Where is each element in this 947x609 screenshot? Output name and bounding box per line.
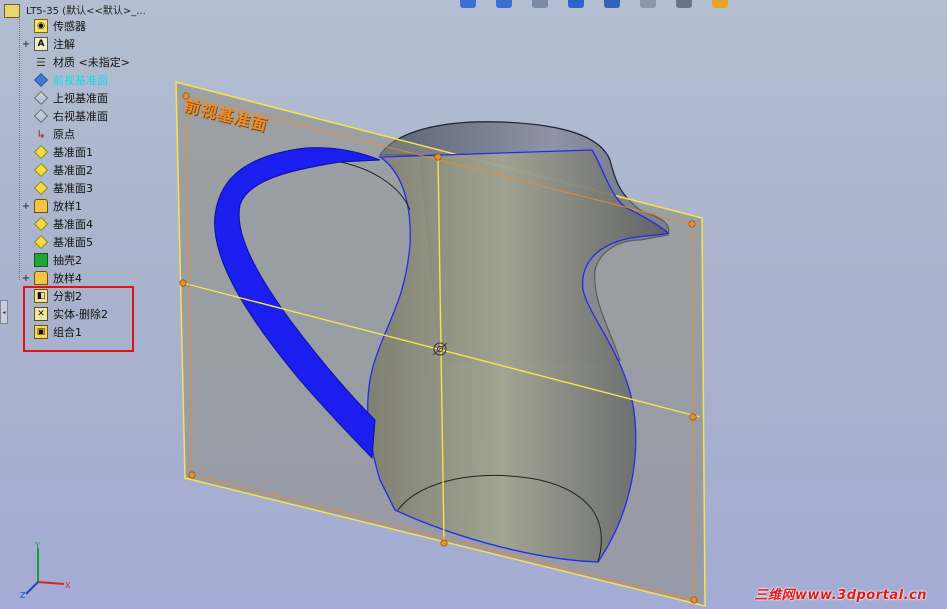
tree-item-annotations[interactable]: + A 注解	[20, 35, 76, 53]
plane-icon	[34, 145, 48, 159]
appearance-icon[interactable]	[676, 0, 692, 8]
tree-item-label: 放样1	[53, 200, 82, 213]
origin-icon: ↳	[36, 127, 46, 141]
loft-icon	[34, 271, 48, 285]
tree-item-loft4[interactable]: + 放样4	[20, 269, 83, 287]
expand-toggle[interactable]: +	[20, 273, 32, 284]
axis-y-label: Y	[34, 541, 40, 550]
plane-icon	[34, 235, 48, 249]
right-plane-icon	[34, 109, 48, 123]
axis-triad: Y X Z	[20, 541, 71, 600]
tree-item-label: 前视基准面	[53, 74, 108, 87]
tree-item-label: 基准面4	[53, 218, 93, 231]
tree-item-plane1[interactable]: 基准面1	[20, 143, 94, 161]
front-plane-icon	[34, 73, 48, 87]
expand-toggle[interactable]: +	[20, 201, 32, 212]
hide-show-icon[interactable]	[640, 0, 656, 8]
tree-item-plane5[interactable]: 基准面5	[20, 233, 94, 251]
tree-item-label: 原点	[53, 128, 75, 141]
view-toolbar-fragment[interactable]	[460, 0, 728, 10]
tree-item-label: 基准面1	[53, 146, 93, 159]
tree-item-plane4[interactable]: 基准面4	[20, 215, 94, 233]
shell-icon	[34, 253, 48, 267]
tree-item-right-plane[interactable]: 右视基准面	[20, 107, 109, 125]
tree-item-label: 注解	[53, 38, 75, 51]
part-icon	[4, 4, 20, 18]
material-icon: ☰	[36, 55, 46, 69]
plane-icon	[34, 163, 48, 177]
highlight-annotation-box	[23, 286, 134, 352]
tree-item-label: 基准面3	[53, 182, 93, 195]
tree-item-label: 抽壳2	[53, 254, 82, 267]
tree-item-shell2[interactable]: 抽壳2	[20, 251, 83, 269]
tree-item-sensors[interactable]: ◉ 传感器	[20, 17, 87, 35]
feature-manager-tree[interactable]: LT5-35 (默认<<默认>_... ◉ 传感器 + A 注解 ☰ 材质 <未指定> …	[0, 0, 200, 360]
axis-x-label: X	[65, 581, 71, 590]
tree-item-origin[interactable]: ↳ 原点	[20, 125, 76, 143]
display-style-icon[interactable]	[604, 0, 620, 8]
tree-item-label: 上视基准面	[53, 92, 108, 105]
scene-icon[interactable]	[712, 0, 728, 8]
tree-item-loft1[interactable]: + 放样1	[20, 197, 83, 215]
previous-view-icon[interactable]	[460, 0, 476, 8]
view-orientation-icon[interactable]	[568, 0, 584, 8]
expand-toggle[interactable]: +	[20, 39, 32, 50]
tree-root[interactable]: LT5-35 (默认<<默认>_...	[4, 2, 146, 18]
tree-root-label: LT5-35 (默认<<默认>_...	[26, 6, 146, 17]
tree-item-top-plane[interactable]: 上视基准面	[20, 89, 109, 107]
loft-icon	[34, 199, 48, 213]
tree-item-plane2[interactable]: 基准面2	[20, 161, 94, 179]
tree-item-material[interactable]: ☰ 材质 <未指定>	[20, 53, 131, 71]
zoom-icon[interactable]	[496, 0, 512, 8]
rotate-icon[interactable]	[532, 0, 548, 8]
axis-z-label: Z	[20, 591, 26, 600]
watermark: 三维网www.3dportal.cn	[754, 588, 927, 603]
tree-item-front-plane[interactable]: 前视基准面	[20, 71, 109, 89]
tree-item-label: 放样4	[53, 272, 82, 285]
tree-item-label: 右视基准面	[53, 110, 108, 123]
top-plane-icon	[34, 91, 48, 105]
sensor-icon: ◉	[34, 19, 48, 33]
tree-item-label: 材质 <未指定>	[53, 56, 130, 69]
tree-item-plane3[interactable]: 基准面3	[20, 179, 94, 197]
annotation-icon: A	[34, 37, 48, 51]
panel-collapse-handle[interactable]: ◂	[0, 300, 8, 324]
tree-item-label: 基准面2	[53, 164, 93, 177]
plane-icon	[34, 181, 48, 195]
tree-item-label: 基准面5	[53, 236, 93, 249]
plane-icon	[34, 217, 48, 231]
tree-item-label: 传感器	[53, 20, 86, 33]
